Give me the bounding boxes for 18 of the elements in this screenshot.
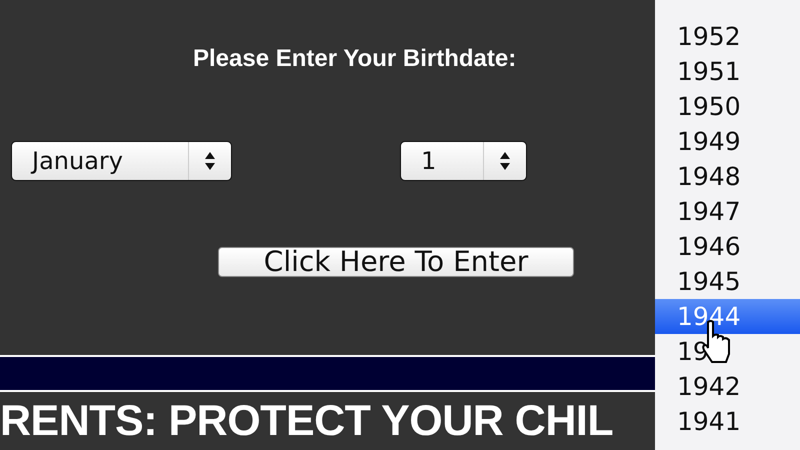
year-option[interactable]: 1946 — [655, 229, 800, 264]
month-select[interactable]: January — [11, 141, 232, 181]
enter-button[interactable]: Click Here To Enter — [218, 247, 574, 277]
year-option[interactable]: 1942 — [655, 369, 800, 404]
stepper-icon — [499, 150, 511, 172]
year-option[interactable]: 1947 — [655, 194, 800, 229]
banner-text: RENTS: PROTECT YOUR CHIL — [0, 396, 614, 446]
day-select[interactable]: 1 — [400, 141, 527, 181]
year-option[interactable]: 1948 — [655, 159, 800, 194]
year-option[interactable]: 1951 — [655, 54, 800, 89]
year-option[interactable]: 1941 — [655, 404, 800, 439]
stepper-icon — [204, 150, 216, 172]
year-option[interactable]: 1950 — [655, 89, 800, 124]
heading: Please Enter Your Birthdate: — [193, 45, 516, 73]
year-option[interactable]: 1952 — [655, 19, 800, 54]
year-option[interactable]: 1949 — [655, 124, 800, 159]
year-option[interactable]: 1944 — [655, 299, 800, 334]
year-option[interactable]: 1945 — [655, 264, 800, 299]
